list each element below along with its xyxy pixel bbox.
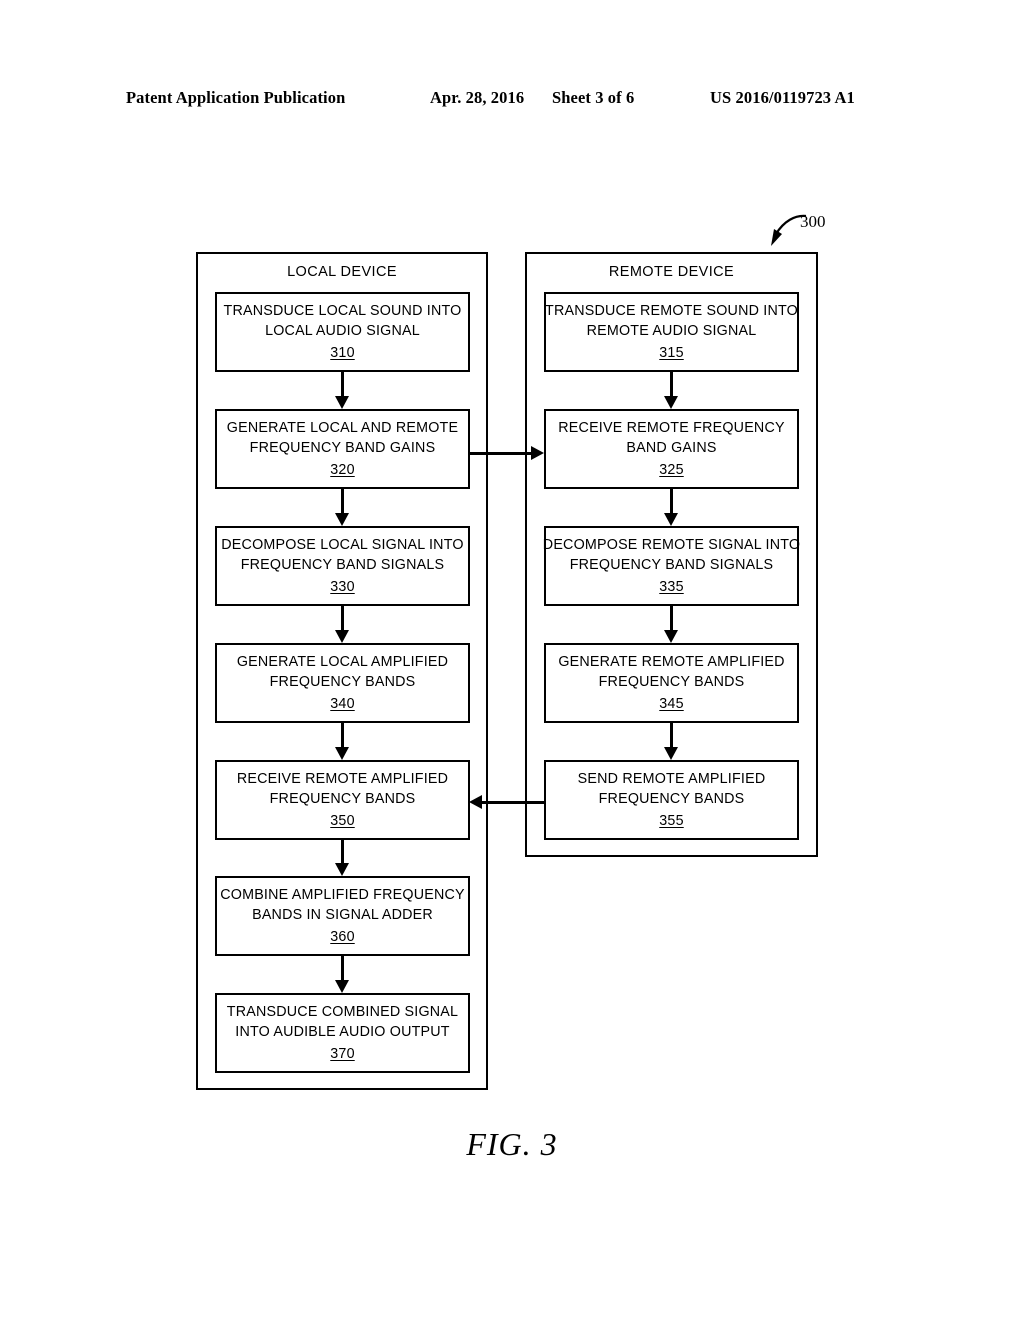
step-box-350: RECEIVE REMOTE AMPLIFIED FREQUENCY BANDS… [215, 760, 470, 840]
connector-355-to-350-line [482, 801, 544, 804]
connector-350-to-360-line [341, 840, 344, 864]
step-box-330: DECOMPOSE LOCAL SIGNAL INTO FREQUENCY BA… [215, 526, 470, 606]
connector-335-to-345-line [670, 606, 673, 631]
step-345-line2: FREQUENCY BANDS [598, 674, 745, 691]
connector-360-to-370-arrow [335, 980, 349, 993]
step-340-line2: FREQUENCY BANDS [269, 674, 416, 691]
step-325-line2: BAND GAINS [626, 440, 717, 457]
step-355-ref: 355 [659, 812, 684, 829]
step-335-ref: 335 [659, 578, 684, 595]
step-315-line2: REMOTE AUDIO SIGNAL [586, 323, 757, 340]
connector-330-to-340-line [341, 606, 344, 631]
step-320-line2: FREQUENCY BAND GAINS [249, 440, 436, 457]
connector-345-to-355-arrow [664, 747, 678, 760]
connector-310-to-320-arrow [335, 396, 349, 409]
step-355-line2: FREQUENCY BANDS [598, 791, 745, 808]
step-box-335: DECOMPOSE REMOTE SIGNAL INTO FREQUENCY B… [542, 526, 801, 606]
step-350-line1: RECEIVE REMOTE AMPLIFIED [236, 771, 449, 788]
connector-315-to-325-arrow [664, 396, 678, 409]
step-315-line1: TRANSDUCE REMOTE SOUND INTO [545, 303, 798, 320]
step-320-ref: 320 [330, 461, 355, 478]
step-370-ref: 370 [330, 1045, 355, 1062]
step-box-360: COMBINE AMPLIFIED FREQUENCY BANDS IN SIG… [215, 876, 470, 956]
flowchart-diagram: 300 LOCAL DEVICE REMOTE DEVICE TRANSDUCE… [0, 0, 1024, 1320]
connector-350-to-360-arrow [335, 863, 349, 876]
connector-320-to-325-line [470, 452, 532, 455]
local-device-title: LOCAL DEVICE [287, 264, 397, 280]
connector-320-to-325-arrow [531, 446, 544, 460]
figure-reference-numeral: 300 [800, 212, 826, 231]
connector-310-to-320-line [341, 372, 344, 397]
step-330-ref: 330 [330, 578, 355, 595]
step-325-ref: 325 [659, 461, 684, 478]
step-345-ref: 345 [659, 695, 684, 712]
step-box-370: TRANSDUCE COMBINED SIGNAL INTO AUDIBLE A… [215, 993, 470, 1073]
connector-360-to-370-line [341, 956, 344, 981]
step-330-line2: FREQUENCY BAND SIGNALS [240, 557, 445, 574]
connector-340-to-350-line [341, 723, 344, 748]
step-360-ref: 360 [330, 928, 355, 945]
connector-330-to-340-arrow [335, 630, 349, 643]
connector-325-to-335-line [670, 489, 673, 514]
step-335-line2: FREQUENCY BAND SIGNALS [569, 557, 774, 574]
step-310-line1: TRANSDUCE LOCAL SOUND INTO [223, 303, 462, 320]
connector-320-to-330-arrow [335, 513, 349, 526]
step-box-355: SEND REMOTE AMPLIFIED FREQUENCY BANDS 35… [544, 760, 799, 840]
step-box-310: TRANSDUCE LOCAL SOUND INTO LOCAL AUDIO S… [215, 292, 470, 372]
step-355-line1: SEND REMOTE AMPLIFIED [577, 771, 766, 788]
step-box-315: TRANSDUCE REMOTE SOUND INTO REMOTE AUDIO… [544, 292, 799, 372]
connector-320-to-330-line [341, 489, 344, 514]
step-360-line1: COMBINE AMPLIFIED FREQUENCY [220, 887, 465, 904]
step-320-line1: GENERATE LOCAL AND REMOTE [226, 420, 459, 437]
step-330-line1: DECOMPOSE LOCAL SIGNAL INTO [221, 537, 464, 554]
connector-345-to-355-line [670, 723, 673, 748]
step-325-line1: RECEIVE REMOTE FREQUENCY [558, 420, 785, 437]
connector-355-to-350-arrow [469, 795, 482, 809]
step-335-line1: DECOMPOSE REMOTE SIGNAL INTO [542, 537, 801, 554]
step-350-ref: 350 [330, 812, 355, 829]
connector-335-to-345-arrow [664, 630, 678, 643]
figure-caption: FIG. 3 [466, 1126, 558, 1162]
step-340-ref: 340 [330, 695, 355, 712]
connector-315-to-325-line [670, 372, 673, 397]
step-310-line2: LOCAL AUDIO SIGNAL [265, 323, 420, 340]
step-box-340: GENERATE LOCAL AMPLIFIED FREQUENCY BANDS… [215, 643, 470, 723]
step-360-line2: BANDS IN SIGNAL ADDER [252, 907, 433, 924]
remote-device-title: REMOTE DEVICE [608, 264, 735, 280]
step-box-325: RECEIVE REMOTE FREQUENCY BAND GAINS 325 [544, 409, 799, 489]
step-345-line1: GENERATE REMOTE AMPLIFIED [558, 654, 785, 671]
step-340-line1: GENERATE LOCAL AMPLIFIED [236, 654, 449, 671]
step-box-320: GENERATE LOCAL AND REMOTE FREQUENCY BAND… [215, 409, 470, 489]
connector-325-to-335-arrow [664, 513, 678, 526]
step-315-ref: 315 [659, 344, 684, 361]
connector-340-to-350-arrow [335, 747, 349, 760]
step-box-345: GENERATE REMOTE AMPLIFIED FREQUENCY BAND… [544, 643, 799, 723]
step-350-line2: FREQUENCY BANDS [269, 791, 416, 808]
step-370-line2: INTO AUDIBLE AUDIO OUTPUT [235, 1024, 450, 1041]
step-370-line1: TRANSDUCE COMBINED SIGNAL [226, 1004, 459, 1021]
step-310-ref: 310 [330, 344, 355, 361]
